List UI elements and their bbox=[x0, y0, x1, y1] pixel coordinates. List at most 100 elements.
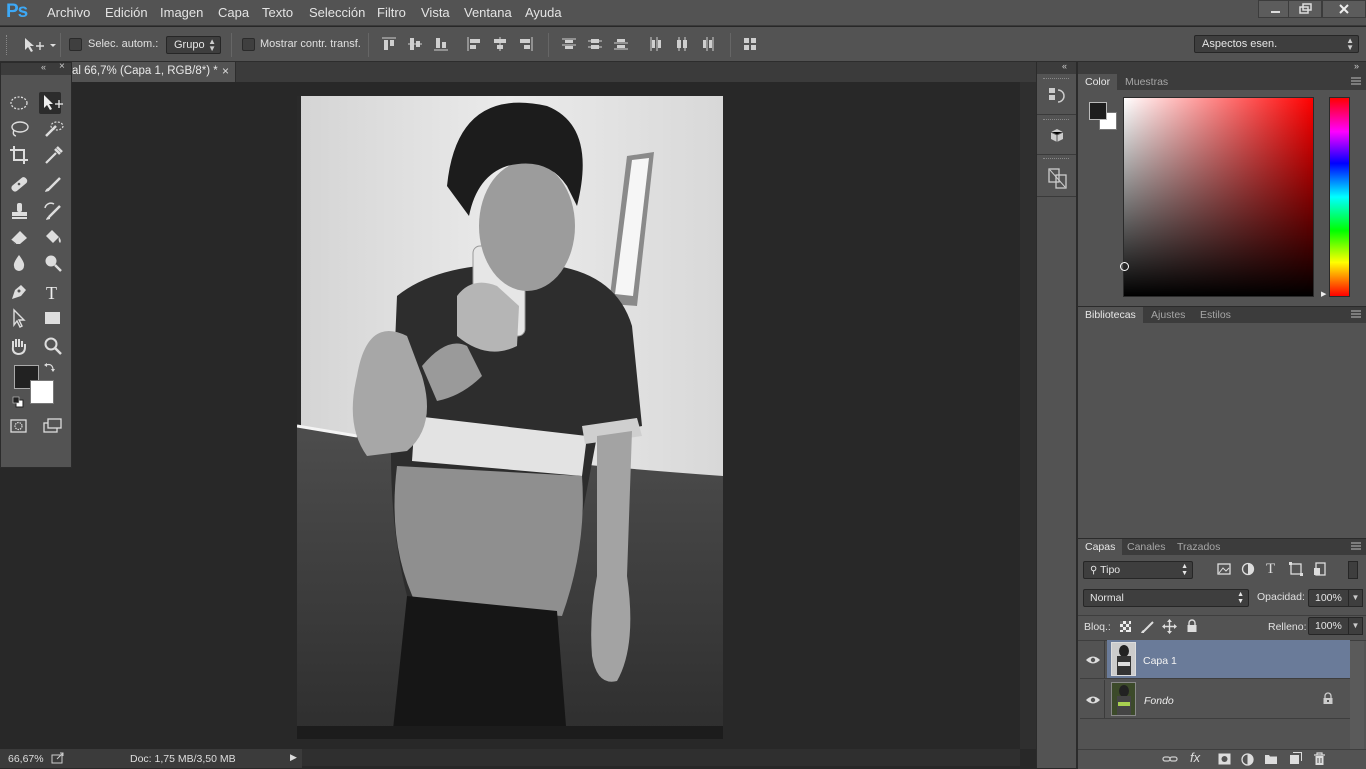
layer-row-capa-1[interactable]: Capa 1 bbox=[1107, 640, 1350, 678]
menu-edicion[interactable]: Edición bbox=[105, 5, 148, 20]
lock-all-icon[interactable] bbox=[1186, 619, 1198, 633]
right-dock-header[interactable]: » bbox=[1078, 61, 1366, 74]
dock-header[interactable]: « bbox=[1037, 61, 1076, 74]
document-tab[interactable]: al 66,7% (Capa 1, RGB/8*) * × bbox=[72, 62, 236, 82]
document-image[interactable] bbox=[297, 96, 723, 739]
quick-mask-icon[interactable] bbox=[8, 415, 30, 437]
menu-ayuda[interactable]: Ayuda bbox=[525, 5, 562, 20]
properties-panel-icon[interactable] bbox=[1047, 167, 1069, 189]
layer-visibility-eye-icon[interactable] bbox=[1085, 654, 1101, 666]
close-window-button[interactable] bbox=[1322, 0, 1366, 18]
paint-bucket-tool-icon[interactable] bbox=[42, 226, 64, 248]
filter-type-icon[interactable]: T bbox=[1265, 560, 1279, 576]
eraser-tool-icon[interactable] bbox=[8, 226, 30, 248]
distribute-vcenter-icon[interactable] bbox=[587, 36, 603, 52]
auto-select-checkbox[interactable] bbox=[69, 38, 82, 51]
align-vcenter-icon[interactable] bbox=[407, 36, 423, 52]
collapse-icon[interactable]: « bbox=[41, 62, 46, 72]
tab-canales[interactable]: Canales bbox=[1120, 539, 1173, 555]
tab-capas[interactable]: Capas bbox=[1078, 539, 1123, 555]
filter-adjustment-icon[interactable] bbox=[1241, 562, 1255, 576]
menu-texto[interactable]: Texto bbox=[262, 5, 293, 20]
vertical-scrollbar[interactable] bbox=[1020, 82, 1036, 749]
lock-position-icon[interactable] bbox=[1162, 619, 1177, 634]
menu-vista[interactable]: Vista bbox=[421, 5, 450, 20]
clone-stamp-tool-icon[interactable] bbox=[8, 200, 30, 222]
distribute-left-icon[interactable] bbox=[648, 36, 664, 52]
panel-menu-icon[interactable] bbox=[1351, 542, 1361, 550]
align-top-icon[interactable] bbox=[381, 36, 397, 52]
history-brush-tool-icon[interactable] bbox=[42, 200, 64, 222]
tab-estilos[interactable]: Estilos bbox=[1193, 307, 1238, 323]
menu-seleccion[interactable]: Selección bbox=[309, 5, 365, 20]
zoom-tool-icon[interactable] bbox=[42, 335, 64, 357]
auto-select-dropdown[interactable]: Grupo ▲ ▼ bbox=[166, 36, 221, 54]
menu-archivo[interactable]: Archivo bbox=[47, 5, 90, 20]
history-panel-icon[interactable] bbox=[1047, 86, 1067, 106]
layer-name[interactable]: Fondo bbox=[1144, 695, 1174, 707]
filter-shape-icon[interactable] bbox=[1289, 562, 1303, 576]
tab-muestras[interactable]: Muestras bbox=[1118, 74, 1175, 90]
blend-mode-dropdown[interactable]: Normal ▲ ▼ bbox=[1083, 589, 1249, 607]
layers-scrollbar[interactable] bbox=[1350, 641, 1364, 749]
distribute-bottom-icon[interactable] bbox=[613, 36, 629, 52]
move-tool-icon[interactable] bbox=[39, 92, 63, 114]
workspace-dropdown[interactable]: Aspectos esen. ▲ ▼ bbox=[1194, 35, 1359, 53]
new-group-icon[interactable] bbox=[1264, 753, 1278, 765]
filter-pixel-icon[interactable] bbox=[1217, 562, 1231, 576]
panel-menu-icon[interactable] bbox=[1351, 310, 1361, 318]
brush-tool-icon[interactable] bbox=[42, 173, 64, 195]
swap-colors-icon[interactable] bbox=[44, 361, 56, 373]
layer-name[interactable]: Capa 1 bbox=[1143, 655, 1177, 667]
opacity-input[interactable]: 100% bbox=[1308, 589, 1350, 607]
tab-color[interactable]: Color bbox=[1078, 74, 1118, 90]
fill-slider-button[interactable]: ▼ bbox=[1348, 617, 1363, 635]
rectangle-tool-icon[interactable] bbox=[42, 307, 64, 329]
expand-icon[interactable]: « bbox=[1062, 61, 1067, 71]
distribute-top-icon[interactable] bbox=[561, 36, 577, 52]
healing-brush-tool-icon[interactable] bbox=[8, 173, 30, 195]
distribute-hcenter-icon[interactable] bbox=[674, 36, 690, 52]
new-layer-icon[interactable] bbox=[1289, 752, 1302, 765]
menu-filtro[interactable]: Filtro bbox=[377, 5, 406, 20]
filter-smart-object-icon[interactable] bbox=[1313, 562, 1327, 576]
link-layers-icon[interactable] bbox=[1162, 753, 1178, 765]
tab-bibliotecas[interactable]: Bibliotecas bbox=[1078, 307, 1143, 323]
hue-slider-handle-icon[interactable]: ▶ bbox=[1321, 290, 1326, 298]
align-right-icon[interactable] bbox=[518, 36, 534, 52]
path-selection-tool-icon[interactable] bbox=[8, 307, 30, 329]
layer-row-fondo[interactable]: Fondo bbox=[1107, 680, 1350, 718]
move-tool-preset-icon[interactable] bbox=[22, 36, 56, 54]
color-field[interactable] bbox=[1120, 97, 1314, 297]
opacity-slider-button[interactable]: ▼ bbox=[1348, 589, 1363, 607]
lock-transparent-icon[interactable] bbox=[1119, 620, 1132, 633]
filter-toggle-switch[interactable] bbox=[1348, 561, 1358, 579]
blur-tool-icon[interactable] bbox=[8, 252, 30, 274]
pen-tool-icon[interactable] bbox=[8, 281, 30, 303]
add-mask-icon[interactable] bbox=[1218, 753, 1231, 765]
status-menu-arrow-icon[interactable]: ▶ bbox=[290, 752, 297, 763]
tools-panel-header[interactable]: « × bbox=[1, 61, 71, 75]
maximize-button[interactable] bbox=[1288, 0, 1322, 18]
align-left-icon[interactable] bbox=[466, 36, 482, 52]
dodge-tool-icon[interactable] bbox=[42, 252, 64, 274]
tab-trazados[interactable]: Trazados bbox=[1170, 539, 1227, 555]
horizontal-scrollbar[interactable] bbox=[302, 749, 1020, 766]
layer-visibility-eye-icon[interactable] bbox=[1085, 694, 1101, 706]
hue-slider[interactable] bbox=[1329, 97, 1350, 297]
layer-style-icon[interactable]: fx bbox=[1190, 750, 1200, 765]
fill-input[interactable]: 100% bbox=[1308, 617, 1350, 635]
screen-mode-icon[interactable] bbox=[42, 415, 64, 437]
layer-filter-dropdown[interactable]: ⚲ Tipo ▲ ▼ bbox=[1083, 561, 1193, 579]
background-color-swatch[interactable] bbox=[30, 380, 54, 404]
close-icon[interactable]: × bbox=[59, 61, 65, 72]
panel-menu-icon[interactable] bbox=[1351, 77, 1361, 85]
distribute-right-icon[interactable] bbox=[700, 36, 716, 52]
auto-align-icon[interactable] bbox=[742, 36, 758, 52]
close-document-icon[interactable]: × bbox=[222, 64, 229, 78]
minimize-button[interactable] bbox=[1258, 0, 1292, 18]
crop-tool-icon[interactable] bbox=[8, 144, 30, 166]
default-colors-icon[interactable] bbox=[12, 396, 24, 408]
align-bottom-icon[interactable] bbox=[433, 36, 449, 52]
quick-selection-tool-icon[interactable] bbox=[42, 118, 64, 140]
